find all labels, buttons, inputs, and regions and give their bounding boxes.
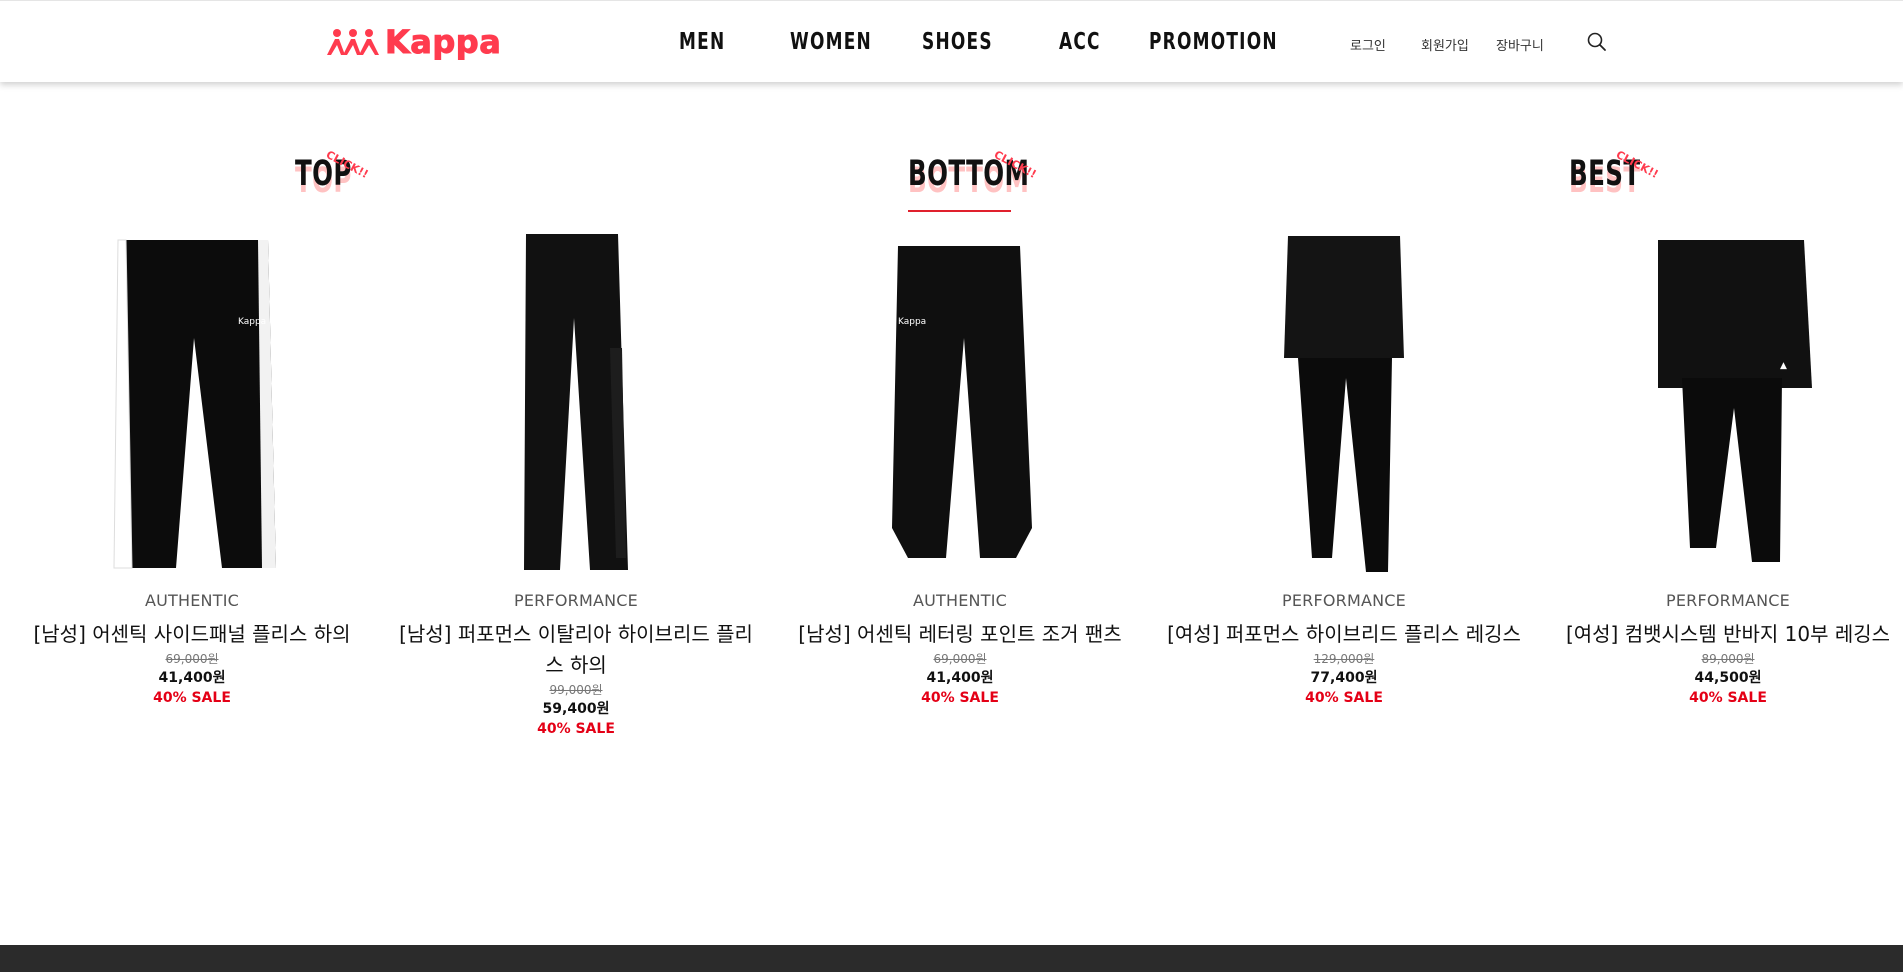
product-card[interactable]: Kappa AUTHENTIC [남성] 어센틱 사이드패널 플리스 하의 69… [0, 228, 384, 708]
product-name[interactable]: [남성] 어센틱 사이드패널 플리스 하의 [0, 619, 384, 650]
signup-link[interactable]: 회원가입 [1421, 35, 1469, 54]
svg-text:Kappa: Kappa [238, 317, 266, 327]
sale-price: 41,400원 [926, 670, 994, 686]
nav-acc[interactable]: ACC [1059, 23, 1101, 61]
original-price: 89,000원 [1701, 652, 1755, 666]
sale-badge: 40% SALE [1305, 690, 1383, 706]
product-line: PERFORMANCE [1666, 591, 1790, 610]
product-line: AUTHENTIC [144, 591, 239, 610]
site-header: Kappa MEN WOMEN SHOES ACC PROMOTION 로그인 … [0, 0, 1903, 82]
login-link[interactable]: 로그인 [1350, 35, 1386, 54]
product-image[interactable] [1152, 228, 1536, 580]
sale-price: 44,500원 [1694, 670, 1762, 686]
kappa-logo[interactable]: Kappa [325, 23, 502, 62]
sale-price: 41,400원 [158, 670, 226, 686]
product-card[interactable]: Kappa AUTHENTIC [남성] 어센틱 레터링 포인트 조거 팬츠 6… [768, 228, 1152, 708]
original-price: 129,000원 [1313, 652, 1375, 666]
sale-badge: 40% SALE [537, 721, 615, 737]
kappa-omini-icon [327, 29, 379, 55]
sale-badge: 40% SALE [921, 690, 999, 706]
product-image[interactable]: Kappa [768, 228, 1152, 580]
product-name[interactable]: [여성] 컴뱃시스템 반바지 10부 레깅스 [1536, 619, 1903, 650]
nav-women[interactable]: WOMEN [790, 23, 872, 61]
product-image[interactable]: Kappa [0, 228, 384, 580]
footer [0, 945, 1903, 972]
product-card[interactable]: ▲ PERFORMANCE [여성] 컴뱃시스템 반바지 10부 레깅스 89,… [1536, 228, 1903, 708]
cart-link[interactable]: 장바구니 [1496, 35, 1544, 54]
product-image[interactable]: ▲ [1536, 228, 1903, 580]
product-line: PERFORMANCE [514, 591, 638, 610]
svg-text:▲: ▲ [1780, 361, 1787, 371]
sale-price: 77,400원 [1310, 670, 1378, 686]
sale-badge: 40% SALE [1689, 690, 1767, 706]
product-name[interactable]: [여성] 퍼포먼스 하이브리드 플리스 레깅스 [1152, 619, 1536, 650]
nav-promotion[interactable]: PROMOTION [1149, 23, 1278, 61]
sale-price: 59,400원 [542, 701, 610, 717]
product-line: AUTHENTIC [912, 591, 1007, 610]
svg-text:Kappa: Kappa [898, 317, 926, 327]
nav-men[interactable]: MEN [679, 23, 725, 61]
search-icon[interactable] [1586, 31, 1608, 53]
nav-shoes[interactable]: SHOES [922, 23, 993, 61]
product-image[interactable] [384, 228, 768, 580]
original-price: 69,000원 [165, 652, 219, 666]
sale-badge: 40% SALE [153, 690, 231, 706]
brand-wordmark: Kappa [384, 23, 502, 62]
active-category-underline [908, 210, 1011, 212]
product-name[interactable]: [남성] 퍼포먼스 이탈리아 하이브리드 플리스 하의 [384, 619, 768, 681]
original-price: 69,000원 [933, 652, 987, 666]
product-card[interactable]: PERFORMANCE [남성] 퍼포먼스 이탈리아 하이브리드 플리스 하의 … [384, 228, 768, 739]
product-name[interactable]: [남성] 어센틱 레터링 포인트 조거 팬츠 [768, 619, 1152, 650]
product-line: PERFORMANCE [1282, 591, 1406, 610]
product-card[interactable]: PERFORMANCE [여성] 퍼포먼스 하이브리드 플리스 레깅스 129,… [1152, 228, 1536, 708]
original-price: 99,000원 [549, 683, 603, 697]
